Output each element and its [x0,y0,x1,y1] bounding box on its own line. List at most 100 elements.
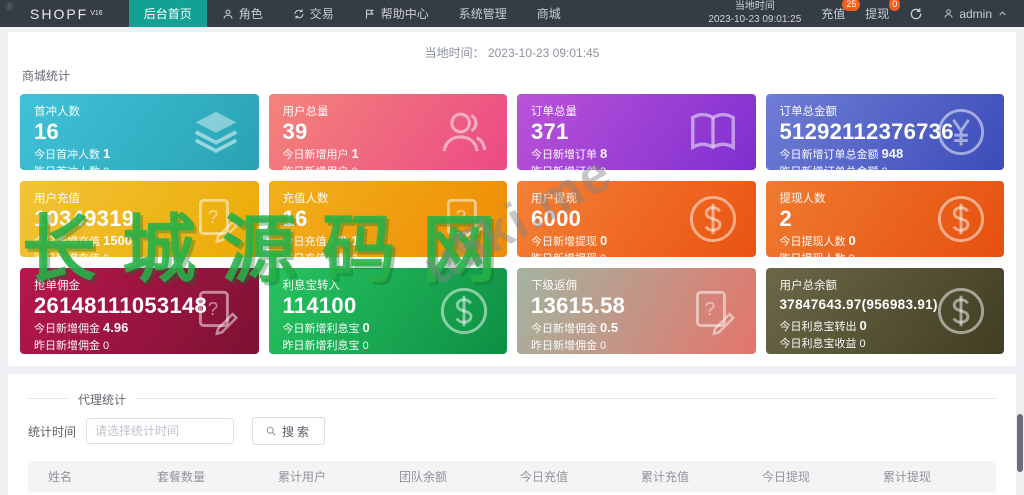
col-header: 套餐数量 [149,461,270,492]
edit-doc-icon: ? [686,284,740,338]
nav-item-label: 商城 [536,7,561,21]
book-icon [686,105,740,159]
edit-doc-icon: ? [189,284,243,338]
agent-fieldset: 代理统计 [28,391,996,408]
agent-stats-title: 代理统计 [68,391,137,408]
registered-mark: ® [6,2,14,13]
svg-text:?: ? [704,298,714,319]
nav-item-label: 系统管理 [458,7,507,21]
card-yesterday-line: 昨日新增订单总金额0 [780,163,991,170]
stat-card-first-recharge-users: 首冲人数16今日首冲人数1昨日首冲人数0 [20,94,259,170]
person-icon [222,8,234,20]
yen-circle-icon [934,105,988,159]
stat-card-interest-treasure-in: 利息宝转入 114100 今日新增利息宝 0 昨日新增利息宝 0 [268,268,507,354]
col-header: 今日充值 [512,461,633,492]
user-menu[interactable]: admin [943,7,1008,21]
top-navbar: ® SHOPF V16 后台首页 角色 交易 帮助中心 系统管理 商城 当地时间 2023-… [0,0,1024,27]
card-yesterday-line: 昨日新增佣金 0 [531,340,607,353]
navbar-time-value: 2023-10-23 09:01:25 [708,13,802,25]
nav-item-label: 角色 [238,7,263,21]
col-header: 累计提现 [875,461,996,492]
local-time-display: 当地时间： 2023-10-23 09:01:45 [20,44,1004,61]
withdraw-menu-item[interactable]: 提现 0 [865,0,901,22]
col-header: 累计充值 [633,461,754,492]
user-icon [943,8,954,19]
local-time-value: 2023-10-23 09:01:45 [487,46,600,60]
card-yesterday-line: 昨日新增订单0 [531,163,742,170]
svg-text:?: ? [207,206,217,227]
navbar-time-label: 当地时间 [734,1,775,12]
withdraw-label: 提现 [865,7,890,21]
search-icon [265,425,277,437]
agent-table: 姓名套餐数量累计用户团队余额今日充值累计充值今日提现累计提现 ceshidail… [28,461,996,495]
nav-item-home[interactable]: 后台首页 [128,0,207,27]
app-logo-version: V16 [90,10,103,17]
svg-text:?: ? [456,206,466,227]
withdraw-badge: 0 [889,0,901,11]
recharge-label: 充值 [821,7,846,21]
layers-icon [189,105,243,159]
scrollbar-thumb[interactable] [1017,414,1023,472]
nav-menu: 后台首页 角色 交易 帮助中心 系统管理 商城 [128,0,576,27]
stat-card-sub-rebate: 下级返佣 13615.58 今日新增佣金 0.5 昨日新增佣金 0? [517,268,756,354]
col-header: 团队余额 [391,461,512,492]
search-button-label: 搜索 [282,424,313,439]
agent-stats-panel: 代理统计 统计时间 搜索 姓名套餐数量累计用户团队余额今日充值累计充值今日提现累… [8,374,1016,495]
nav-item-trade[interactable]: 交易 [278,0,349,27]
recharge-menu-item[interactable]: 充值 25 [821,0,861,22]
stat-card-order-total-amount: 订单总金额51292112376736今日新增订单总金额948昨日新增订单总金额… [765,94,1004,170]
card-yesterday-line: 昨日提现人数0 [780,250,991,257]
stat-card-recharge-users: 充值人数16今日充值人数1昨日充值人数0? [268,181,507,257]
stat-card-total-users: 用户总量39今日新增用户1昨日新增用户0 [268,94,507,170]
flag-icon [364,8,376,20]
dollar-circle-icon [934,192,988,246]
dollar-circle-icon [437,284,491,338]
table-header-row: 姓名 套餐数量 累计用户 团队余额 今日充值 累计充值 今日提现 累计提现 [28,461,996,492]
app-logo-text: SHOPF [30,5,89,22]
nav-item-roles[interactable]: 角色 [207,0,278,27]
refresh-icon[interactable] [909,7,923,21]
navbar-local-time: 当地时间 2023-10-23 09:01:25 [708,1,801,26]
nav-item-label: 帮助中心 [380,7,429,21]
edit-doc-icon: ? [437,192,491,246]
col-header: 姓名 [28,461,149,492]
stat-card-user-total-balance: 用户总余额 37847643.97(956983.91) 今日利息宝转出 0 今日利息宝… [765,268,1004,354]
card-yesterday-line: 昨日新增佣金 0 [34,340,110,353]
svg-text:?: ? [207,298,217,319]
dollar-circle-icon [686,192,740,246]
recharge-badge: 25 [842,0,861,11]
card-yesterday-line: 昨日充值人数0 [283,250,494,257]
card-yesterday-line: 昨日新增利息宝 0 [282,340,369,353]
stat-card-withdraw-users: 提现人数2今日提现人数0昨日提现人数0 [765,181,1004,257]
card-yesterday-line: 昨日新增充值0 [34,250,245,257]
card-yesterday-line: 昨日新增用户0 [283,163,494,170]
chevron-up-icon [997,8,1008,19]
card-yesterday-line: 昨日首冲人数0 [34,163,245,170]
nav-item-help-center[interactable]: 帮助中心 [349,0,444,27]
stat-time-label: 统计时间 [28,424,77,439]
navbar-right: 当地时间 2023-10-23 09:01:25 充值 25 提现 0 admi… [708,0,1024,27]
app-logo: SHOPF V16 [30,0,103,27]
col-header: 累计用户 [270,461,391,492]
nav-item-mall[interactable]: 商城 [522,0,576,27]
stat-card-user-withdraw: 用户提现6000今日新增提现0昨日新增提现0 [517,181,756,257]
stat-card-user-recharge: 用户充值10349319今日新增充值1500昨日新增充值0? [20,181,259,257]
col-header: 今日提现 [754,461,875,492]
dollar-circle-icon [934,284,988,338]
nav-item-system-manage[interactable]: 系统管理 [444,0,522,27]
exchange-icon [293,8,305,20]
stat-card-total-orders: 订单总量371今日新增订单8昨日新增订单0 [517,94,756,170]
nav-item-label: 交易 [309,7,334,21]
agent-filter-row: 统计时间 搜索 [28,417,996,445]
stat-card-grab-order-commission: 抢单佣金 26148111053148 今日新增佣金 4.96 昨日新增佣金 0? [20,268,259,354]
nav-item-label: 后台首页 [143,7,192,21]
local-time-label: 当地时间： [424,46,485,60]
stat-time-input[interactable] [86,418,235,444]
stat-cards-grid: 首冲人数16今日首冲人数1昨日首冲人数0用户总量39今日新增用户1昨日新增用户0… [20,94,1004,354]
mall-stats-title: 商城统计 [22,69,71,83]
edit-doc-icon: ? [189,192,243,246]
search-button[interactable]: 搜索 [252,417,326,445]
username: admin [959,6,992,21]
dashboard-panel: 当地时间： 2023-10-23 09:01:45 商城统计 首冲人数 16 今日首… [8,32,1016,366]
card-yesterday-line: 昨日新增提现0 [531,250,742,257]
